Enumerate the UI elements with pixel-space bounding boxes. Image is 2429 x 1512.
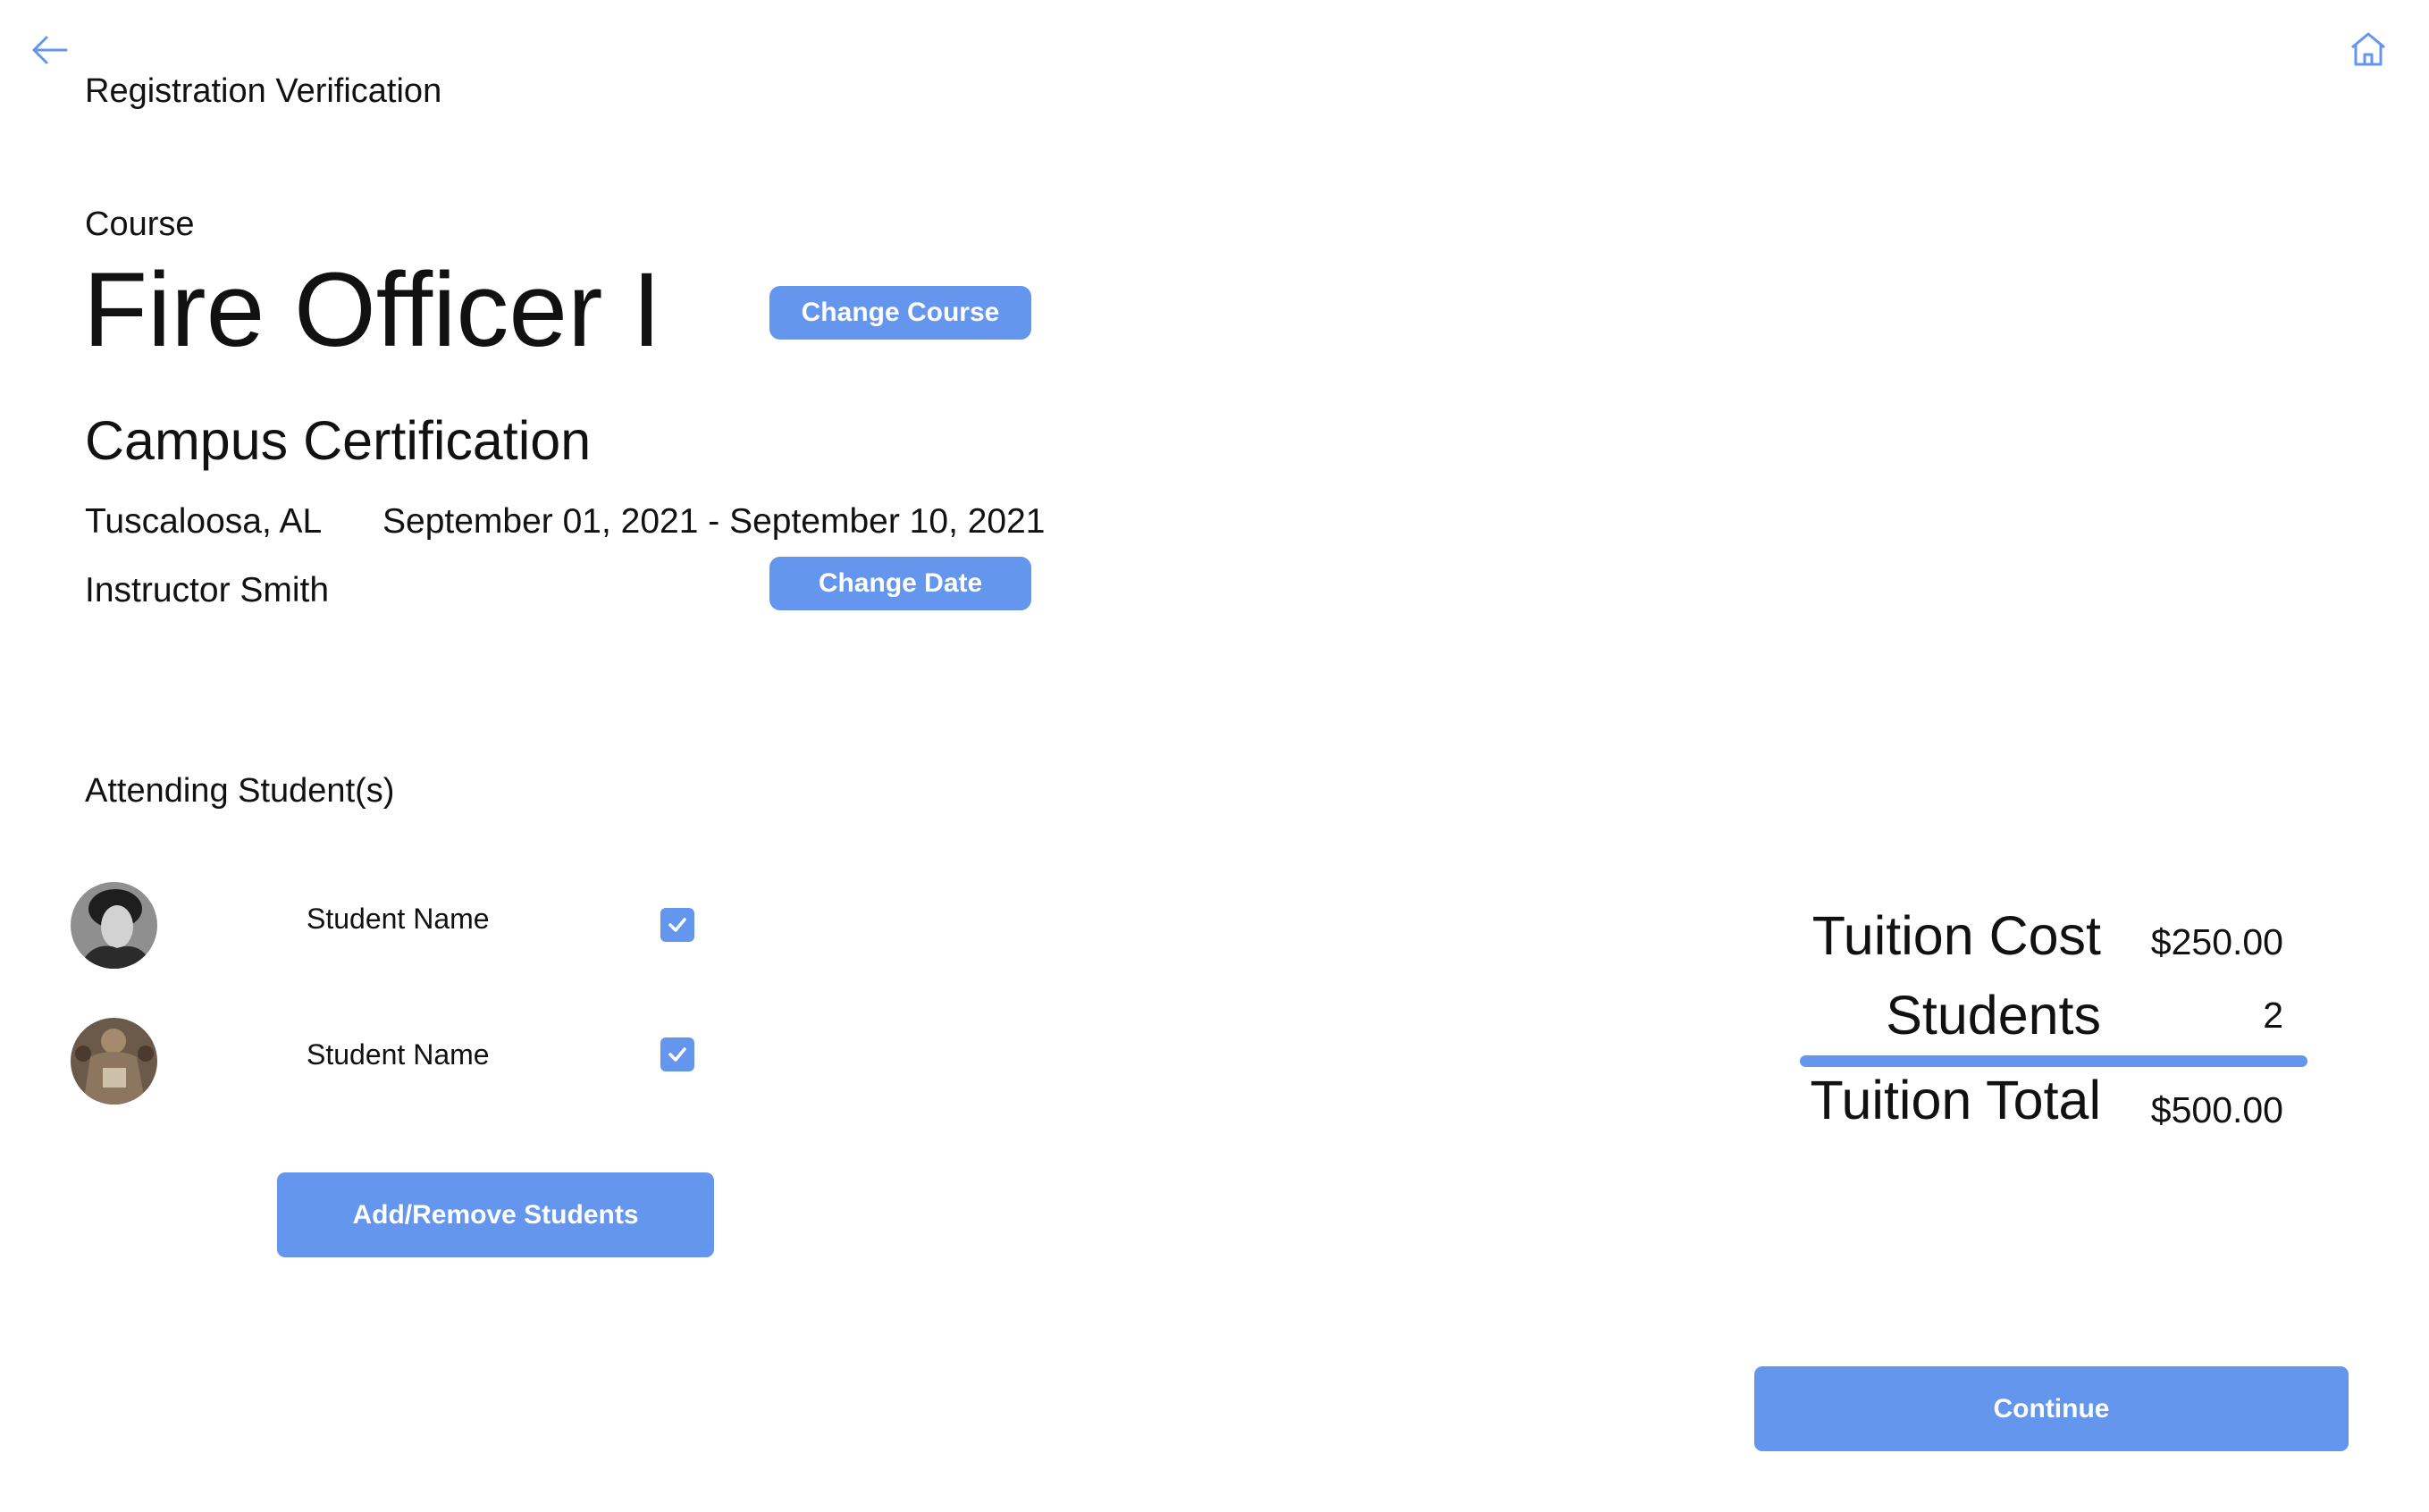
check-icon — [668, 1047, 686, 1062]
student-name: Student Name — [307, 903, 490, 935]
student-name: Student Name — [307, 1038, 490, 1071]
students-count-label: Students — [1886, 985, 2101, 1046]
continue-button[interactable]: Continue — [1754, 1366, 2349, 1451]
students-count-value: 2 — [2263, 995, 2283, 1036]
home-icon — [2351, 32, 2385, 66]
campus-name: Campus Certification — [85, 410, 592, 471]
back-button[interactable] — [30, 34, 68, 66]
tuition-cost-value: $250.00 — [2150, 921, 2283, 962]
add-remove-students-button[interactable]: Add/Remove Students — [277, 1172, 714, 1257]
change-course-button[interactable]: Change Course — [769, 286, 1031, 340]
summary-divider — [1800, 1055, 2307, 1067]
home-button[interactable] — [2349, 30, 2388, 68]
student-avatar — [71, 1018, 157, 1105]
course-label: Course — [85, 206, 195, 243]
page-title: Registration Verification — [85, 72, 442, 110]
arrow-left-icon — [32, 36, 68, 64]
tuition-total-label: Tuition Total — [1810, 1070, 2101, 1130]
students-section-label: Attending Student(s) — [85, 772, 395, 810]
course-location: Tuscaloosa, AL — [85, 502, 323, 541]
instructor-name: Instructor Smith — [85, 571, 330, 609]
tuition-cost-label: Tuition Cost — [1811, 905, 2101, 966]
student-avatar — [71, 882, 157, 969]
tuition-total-value: $500.00 — [2150, 1089, 2283, 1130]
student-checkbox[interactable] — [660, 1037, 694, 1071]
check-icon — [668, 918, 686, 932]
change-date-button[interactable]: Change Date — [769, 557, 1031, 610]
course-name: Fire Officer I — [83, 251, 661, 369]
student-checkbox[interactable] — [660, 908, 694, 942]
course-dates: September 01, 2021 - September 10, 2021 — [382, 502, 1046, 541]
